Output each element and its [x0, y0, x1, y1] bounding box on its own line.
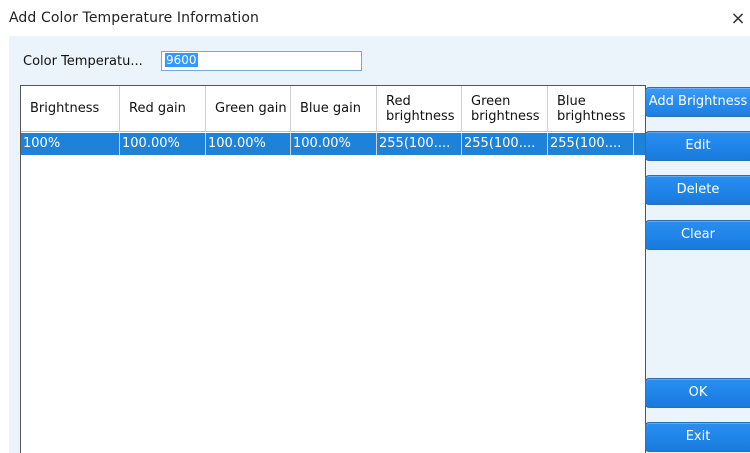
- cell-blue-gain: 100.00%: [291, 133, 377, 155]
- close-icon[interactable]: ×: [727, 8, 749, 30]
- header-brightness[interactable]: Brightness: [21, 86, 120, 132]
- header-blue-brightness[interactable]: Blue brightness: [548, 86, 634, 132]
- header-red-brightness[interactable]: Red brightness: [377, 86, 462, 132]
- table-row[interactable]: 100% 100.00% 100.00% 100.00% 255(100....…: [21, 133, 645, 155]
- dialog-body: Color Temperatu... 9600 Brightness Red g…: [9, 36, 750, 453]
- color-temperature-value: 9600: [165, 53, 198, 67]
- cell-green-brightness: 255(100....: [462, 133, 548, 155]
- cell-brightness: 100%: [21, 133, 120, 155]
- title-bar: Add Color Temperature Information ×: [0, 0, 750, 36]
- cell-blue-brightness: 255(100....: [548, 133, 634, 155]
- header-green-gain[interactable]: Green gain: [206, 86, 291, 132]
- cell-red-brightness: 255(100....: [377, 133, 462, 155]
- header-blue-gain[interactable]: Blue gain: [291, 86, 377, 132]
- exit-button[interactable]: Exit: [645, 422, 750, 452]
- ok-button[interactable]: OK: [645, 378, 750, 408]
- header-green-brightness[interactable]: Green brightness: [462, 86, 548, 132]
- delete-button[interactable]: Delete: [645, 175, 750, 205]
- table-header: Brightness Red gain Green gain Blue gain…: [21, 86, 645, 133]
- color-temperature-input[interactable]: 9600: [161, 51, 362, 71]
- color-temperature-label: Color Temperatu...: [23, 54, 143, 69]
- edit-button[interactable]: Edit: [645, 131, 750, 161]
- header-red-gain[interactable]: Red gain: [120, 86, 206, 132]
- clear-button[interactable]: Clear: [645, 220, 750, 250]
- brightness-table[interactable]: Brightness Red gain Green gain Blue gain…: [20, 85, 646, 453]
- add-brightness-button[interactable]: Add Brightness: [645, 87, 750, 117]
- cell-green-gain: 100.00%: [206, 133, 291, 155]
- cell-red-gain: 100.00%: [120, 133, 206, 155]
- window-title: Add Color Temperature Information: [9, 10, 260, 26]
